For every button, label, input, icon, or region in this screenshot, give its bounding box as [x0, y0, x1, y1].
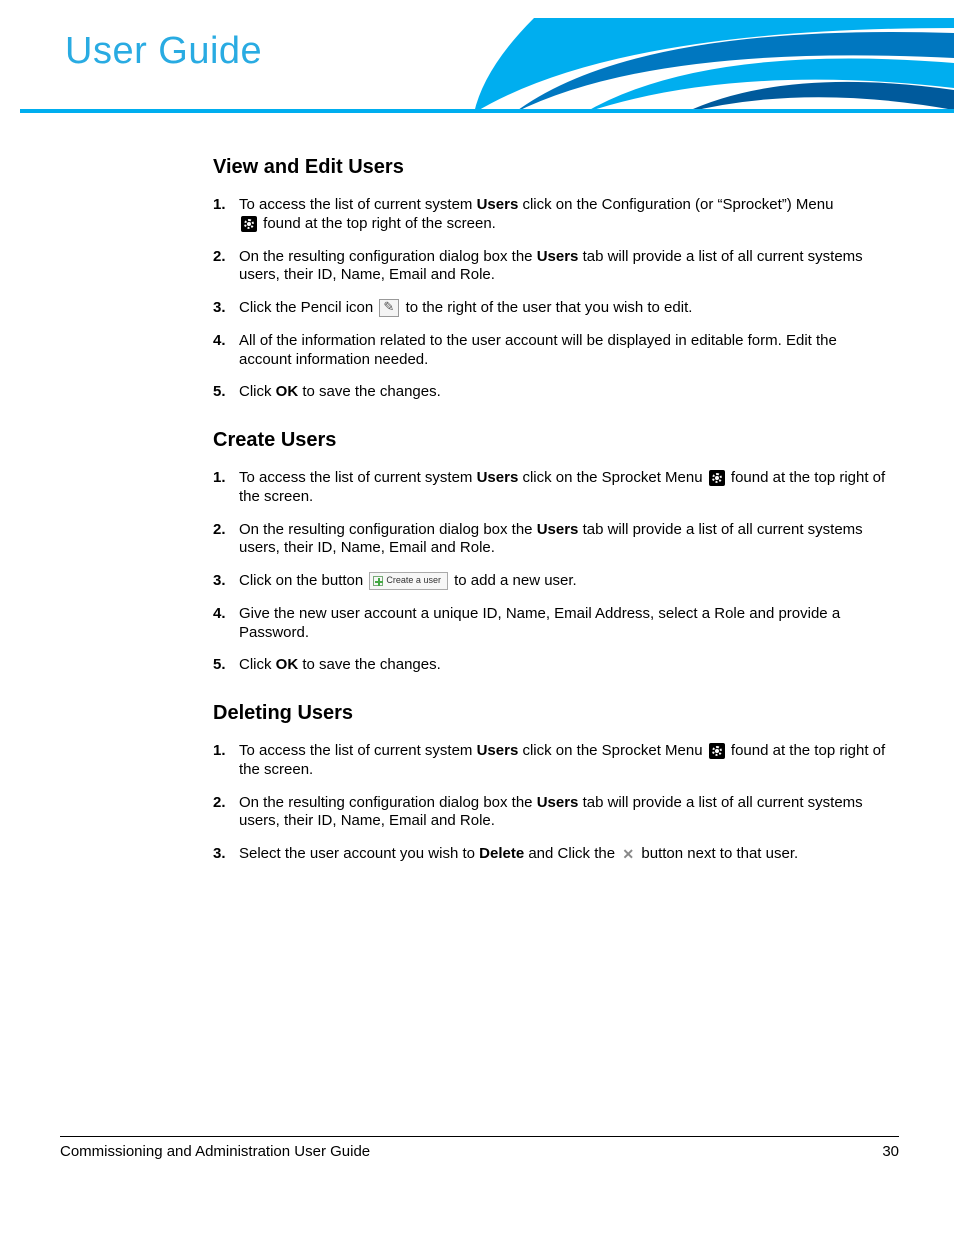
page-header: User Guide	[0, 0, 954, 115]
list-body: Give the new user account a unique ID, N…	[239, 605, 893, 643]
list-body: To access the list of current system Use…	[239, 196, 893, 234]
list-number: 2.	[213, 794, 239, 813]
list-item: 1. To access the list of current system …	[213, 742, 893, 780]
list-body: Click OK to save the changes.	[239, 383, 893, 402]
list-number: 5.	[213, 383, 239, 402]
header-swoosh-graphic	[474, 18, 954, 113]
list-item: 4. Give the new user account a unique ID…	[213, 605, 893, 643]
list-item: 2. On the resulting configuration dialog…	[213, 794, 893, 832]
sprocket-icon	[709, 743, 725, 759]
create-list: 1. To access the list of current system …	[213, 469, 893, 675]
delete-list: 1. To access the list of current system …	[213, 742, 893, 864]
header-rule	[20, 109, 954, 113]
list-number: 4.	[213, 605, 239, 624]
list-item: 3. Select the user account you wish to D…	[213, 845, 893, 864]
list-number: 1.	[213, 469, 239, 488]
list-item: 3. Click the Pencil icon to the right of…	[213, 299, 893, 318]
list-body: Click OK to save the changes.	[239, 656, 893, 675]
list-body: Select the user account you wish to Dele…	[239, 845, 893, 864]
page-footer: Commissioning and Administration User Gu…	[60, 1136, 899, 1160]
list-item: 5. Click OK to save the changes.	[213, 383, 893, 402]
list-body: To access the list of current system Use…	[239, 742, 893, 780]
list-body: To access the list of current system Use…	[239, 469, 893, 507]
list-number: 4.	[213, 332, 239, 351]
list-item: 5. Click OK to save the changes.	[213, 656, 893, 675]
view-edit-list: 1. To access the list of current system …	[213, 196, 893, 402]
list-number: 2.	[213, 521, 239, 540]
list-body: All of the information related to the us…	[239, 332, 893, 370]
list-item: 4. All of the information related to the…	[213, 332, 893, 370]
list-item: 2. On the resulting configuration dialog…	[213, 248, 893, 286]
main-content: View and Edit Users 1. To access the lis…	[213, 155, 893, 878]
create-user-button-icon: Create a user	[369, 572, 448, 590]
section-heading-delete: Deleting Users	[213, 701, 893, 726]
list-body: On the resulting configuration dialog bo…	[239, 521, 893, 559]
list-item: 3. Click on the button Create a user to …	[213, 572, 893, 591]
list-number: 3.	[213, 572, 239, 591]
list-number: 1.	[213, 196, 239, 215]
list-body: Click on the button Create a user to add…	[239, 572, 893, 591]
pencil-icon	[379, 299, 399, 317]
list-number: 3.	[213, 299, 239, 318]
list-number: 1.	[213, 742, 239, 761]
list-body: Click the Pencil icon to the right of th…	[239, 299, 893, 318]
footer-title: Commissioning and Administration User Gu…	[60, 1143, 370, 1160]
list-number: 5.	[213, 656, 239, 675]
list-body: On the resulting configuration dialog bo…	[239, 248, 893, 286]
section-heading-create: Create Users	[213, 428, 893, 453]
delete-x-icon	[621, 847, 635, 861]
list-number: 3.	[213, 845, 239, 864]
list-item: 2. On the resulting configuration dialog…	[213, 521, 893, 559]
section-heading-view-edit: View and Edit Users	[213, 155, 893, 180]
sprocket-icon	[241, 216, 257, 232]
list-item: 1. To access the list of current system …	[213, 196, 893, 234]
list-item: 1. To access the list of current system …	[213, 469, 893, 507]
footer-page-number: 30	[882, 1143, 899, 1160]
footer-rule	[60, 1136, 899, 1137]
sprocket-icon	[709, 470, 725, 486]
header-title: User Guide	[65, 30, 262, 73]
plus-icon	[373, 576, 383, 586]
list-number: 2.	[213, 248, 239, 267]
list-body: On the resulting configuration dialog bo…	[239, 794, 893, 832]
